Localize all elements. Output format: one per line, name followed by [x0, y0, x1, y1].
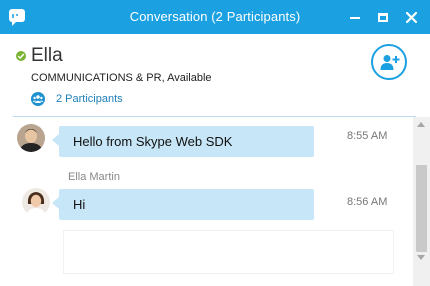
- avatar: [17, 124, 45, 152]
- message-text: Hello from Skype Web SDK: [73, 134, 233, 149]
- message-bubble: Hello from Skype Web SDK: [52, 126, 314, 157]
- sender-name: Ella Martin: [68, 171, 120, 183]
- message-time: 8:56 AM: [347, 196, 388, 208]
- scroll-thumb[interactable]: [416, 165, 427, 252]
- message-bubble: Hi: [52, 189, 314, 220]
- message-input[interactable]: [64, 231, 393, 273]
- scroll-up-icon[interactable]: [417, 122, 425, 127]
- message-text: Hi: [73, 197, 86, 212]
- participants-label: 2 Participants: [56, 93, 123, 105]
- minimize-icon: [350, 17, 360, 19]
- presence-available-icon: [16, 51, 26, 61]
- minimize-button[interactable]: [342, 0, 368, 34]
- message-time: 8:55 AM: [347, 130, 388, 142]
- contact-name: Ella: [31, 45, 63, 66]
- participants-icon: [31, 92, 45, 106]
- close-button[interactable]: [398, 0, 424, 34]
- scrollbar[interactable]: [413, 117, 430, 286]
- avatar: [22, 188, 50, 216]
- maximize-button[interactable]: [370, 0, 396, 34]
- maximize-icon: [378, 12, 388, 22]
- participants-link[interactable]: 2 Participants: [31, 90, 123, 108]
- scroll-down-icon[interactable]: [417, 255, 425, 260]
- contact-status: COMMUNICATIONS & PR, Available: [31, 72, 212, 84]
- title-bar: Conversation (2 Participants): [0, 0, 430, 34]
- add-participant-button[interactable]: [371, 44, 407, 80]
- add-person-icon: [380, 55, 400, 70]
- close-icon: [405, 11, 417, 23]
